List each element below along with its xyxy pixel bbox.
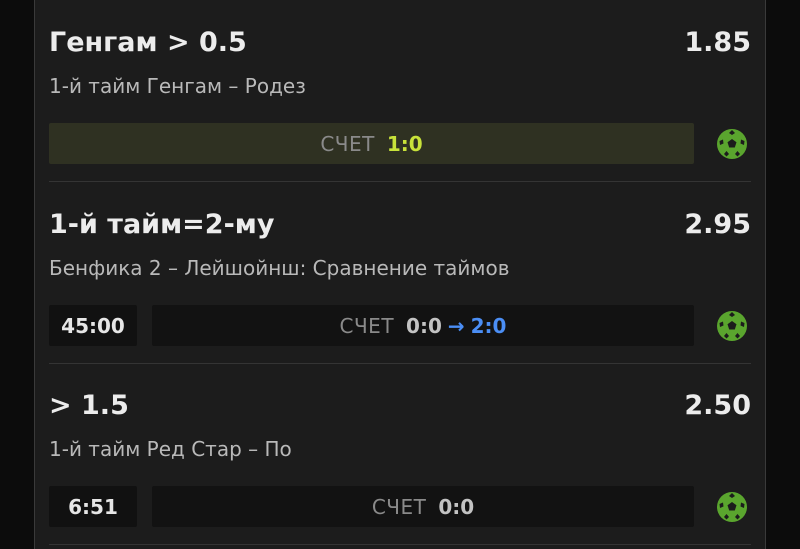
score-value: 1:0 xyxy=(386,131,423,156)
match-time: 6:51 xyxy=(49,486,137,527)
score-bar: СЧЕТ 0:0 → 2:0 xyxy=(152,305,694,346)
score-value: 0:0 xyxy=(406,313,442,338)
bet-odds: 2.95 xyxy=(684,209,751,240)
score-current: 2:0 xyxy=(470,313,507,338)
bet-title: Генгам > 0.5 xyxy=(49,27,247,58)
divider xyxy=(49,181,751,182)
score-label: СЧЕТ xyxy=(320,131,375,156)
soccer-ball-icon xyxy=(717,492,747,522)
bet-odds: 1.85 xyxy=(684,27,751,58)
divider xyxy=(49,544,751,545)
soccer-ball-icon xyxy=(717,311,747,341)
match-time: 45:00 xyxy=(49,305,137,346)
bet-title: 1-й тайм=2-му xyxy=(49,209,275,240)
panel-border-left xyxy=(34,0,35,549)
score-bar: СЧЕТ 1:0 xyxy=(49,123,694,164)
score-bar: СЧЕТ 0:0 xyxy=(152,486,694,527)
score-label: СЧЕТ xyxy=(339,313,395,338)
panel-border-right xyxy=(765,0,766,549)
score-value: 0:0 xyxy=(438,494,475,519)
score-label: СЧЕТ xyxy=(371,494,427,519)
bet-event: Бенфика 2 – Лейшойнш: Сравнение таймов xyxy=(49,256,510,280)
soccer-ball-icon xyxy=(717,129,747,159)
bet-odds: 2.50 xyxy=(684,390,751,421)
bet-event: 1-й тайм Ред Стар – По xyxy=(49,437,292,461)
arrow-right-icon: → xyxy=(447,313,465,338)
bet-title: > 1.5 xyxy=(49,390,129,421)
bet-event: 1-й тайм Генгам – Родез xyxy=(49,74,306,98)
divider xyxy=(49,363,751,364)
